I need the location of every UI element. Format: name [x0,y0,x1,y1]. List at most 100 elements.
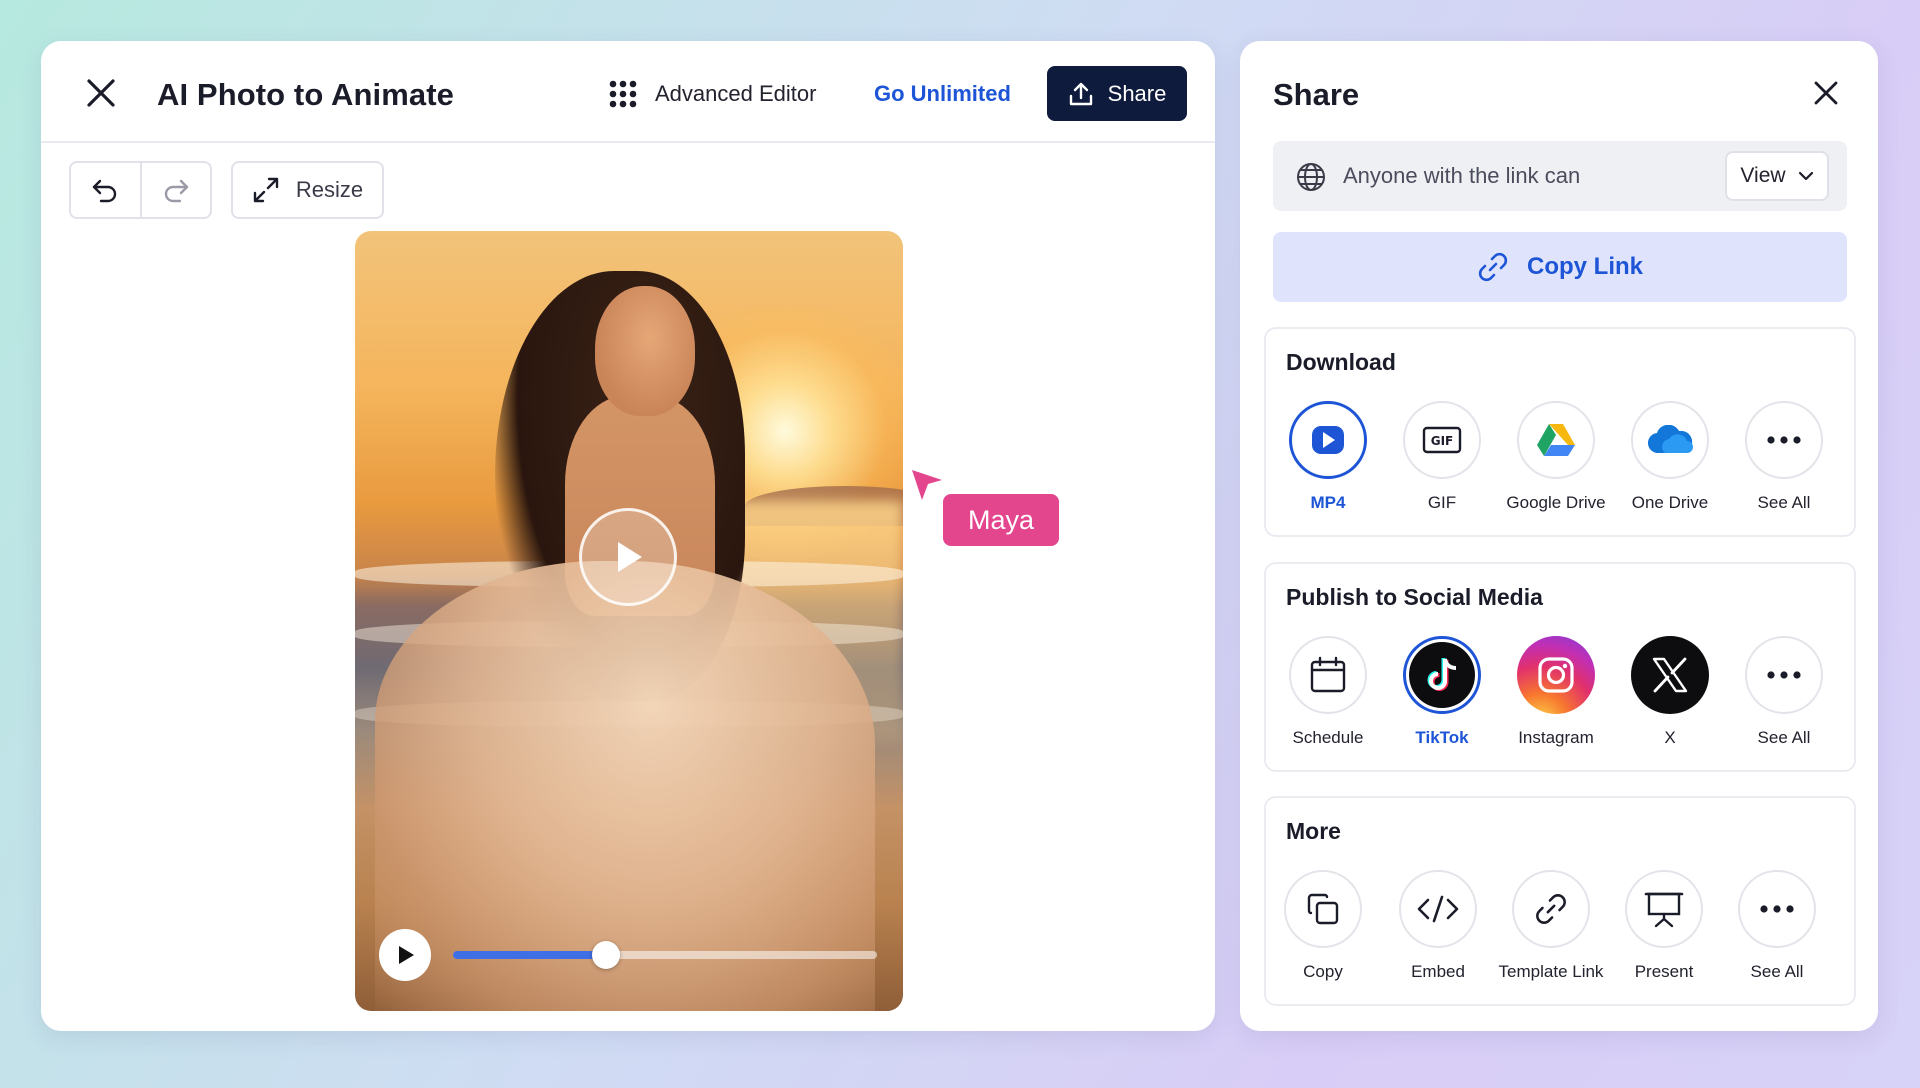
google-drive-icon [1537,424,1575,456]
collaborator-cursor-icon [912,470,942,500]
download-option-google-drive[interactable]: Google Drive [1496,401,1616,513]
more-dots-icon [1767,671,1801,679]
svg-text:GIF: GIF [1431,434,1454,448]
upload-icon [1069,82,1092,105]
social-option-instagram[interactable]: Instagram [1496,636,1616,748]
copy-icon [1307,893,1339,925]
playback-play-button[interactable] [379,929,431,981]
play-icon [618,542,642,572]
more-option-present[interactable]: Present [1604,870,1724,982]
more-option-icon-wrap [1399,870,1477,948]
more-option-label: Template Link [1498,962,1604,981]
calendar-icon [1310,656,1346,693]
copy-link-label: Copy Link [1526,253,1643,280]
link-icon [1478,252,1508,282]
close-share-panel-button[interactable] [1808,75,1844,111]
redo-icon [164,179,188,203]
video-frame-face [595,286,695,416]
download-option-icon-wrap [1745,401,1823,479]
present-screen-icon [1644,892,1684,928]
playback-scrubber-thumb[interactable] [591,941,620,969]
share-button[interactable]: Share [1047,66,1187,121]
social-option-tiktok[interactable]: TikTok [1382,636,1502,748]
social-option-icon-wrap [1745,636,1823,714]
video-frame-dress [375,561,875,1011]
download-section: Download MP4 GIF GIF Google Drive One Dr… [1264,327,1856,537]
tiktok-badge [1409,642,1475,708]
more-option-icon-wrap [1284,870,1362,948]
more-option-label: Embed [1411,962,1465,981]
more-option-icon-wrap [1625,870,1703,948]
playback-scrubber[interactable] [453,941,877,969]
copy-link-button[interactable]: Copy Link [1273,232,1847,302]
redo-button[interactable] [139,163,211,217]
download-option-label: Google Drive [1506,493,1606,512]
instagram-icon [1538,657,1574,693]
more-section-title: More [1286,818,1341,844]
download-option-gif[interactable]: GIF GIF [1382,401,1502,513]
close-icon [1814,81,1838,105]
link-access-text: Anyone with the link can [1343,163,1581,188]
more-option-embed[interactable]: Embed [1378,870,1498,982]
permission-select[interactable]: View [1725,151,1829,201]
grid-dots-icon [609,80,637,108]
download-option-label: See All [1757,493,1811,512]
chevron-down-icon [1798,171,1813,181]
download-option-icon-wrap: GIF [1403,401,1481,479]
editor-header: AI Photo to Animate Advanced Editor Go U… [41,41,1215,143]
more-option-see-all[interactable]: See All [1717,870,1837,982]
undo-redo-group [69,161,212,219]
mp4-play-icon [1312,426,1344,454]
more-option-label: Present [1634,962,1694,981]
download-option-see-all[interactable]: See All [1724,401,1844,513]
resize-label: Resize [295,177,364,202]
download-option-one-drive[interactable]: One Drive [1610,401,1730,513]
social-option-icon-wrap [1403,636,1481,714]
social-option-label: Schedule [1292,728,1364,747]
video-preview[interactable] [355,231,903,1011]
center-play-button[interactable] [579,508,677,606]
link-icon [1536,894,1566,924]
share-panel: Share Anyone with the link can View Copy… [1240,41,1878,1031]
more-section: More Copy Embed Template Link Present Se… [1264,796,1856,1006]
tiktok-icon [1427,658,1457,691]
permission-value: View [1740,164,1786,187]
onedrive-cloud-icon [1648,425,1693,454]
share-panel-title: Share [1273,77,1360,112]
social-option-icon-wrap [1631,636,1709,714]
social-option-x[interactable]: X [1610,636,1730,748]
social-option-label: See All [1757,728,1811,747]
social-option-icon-wrap [1517,636,1595,714]
social-option-label: TikTok [1415,728,1469,747]
social-option-see-all[interactable]: See All [1724,636,1844,748]
advanced-editor-button[interactable]: Advanced Editor [609,77,816,111]
download-option-icon-wrap [1631,401,1709,479]
social-option-icon-wrap [1289,636,1367,714]
download-section-title: Download [1286,349,1396,375]
link-access-row: Anyone with the link can View [1273,141,1847,211]
more-option-icon-wrap [1512,870,1590,948]
social-option-label: X [1664,728,1676,747]
globe-icon [1297,163,1325,191]
undo-button[interactable] [71,163,140,217]
more-option-label: Copy [1303,962,1343,981]
download-option-mp4[interactable]: MP4 [1268,401,1388,513]
download-option-icon-wrap [1517,401,1595,479]
social-section-title: Publish to Social Media [1286,584,1543,610]
more-dots-icon [1760,905,1794,913]
resize-button[interactable]: Resize [231,161,384,219]
share-button-label: Share [1107,80,1167,106]
resize-arrows-icon [253,177,279,203]
close-editor-button[interactable] [81,73,121,113]
more-dots-icon [1767,436,1801,444]
social-option-schedule[interactable]: Schedule [1268,636,1388,748]
more-option-icon-wrap [1738,870,1816,948]
download-option-label: GIF [1427,493,1457,512]
collaborator-name-tag: Maya [943,494,1059,546]
playback-progress-fill [453,951,606,959]
social-section: Publish to Social Media Schedule TikTok … [1264,562,1856,772]
more-option-copy[interactable]: Copy [1263,870,1383,982]
more-option-template-link[interactable]: Template Link [1491,870,1611,982]
close-icon [87,79,115,107]
go-unlimited-link[interactable]: Go Unlimited [874,81,1011,107]
